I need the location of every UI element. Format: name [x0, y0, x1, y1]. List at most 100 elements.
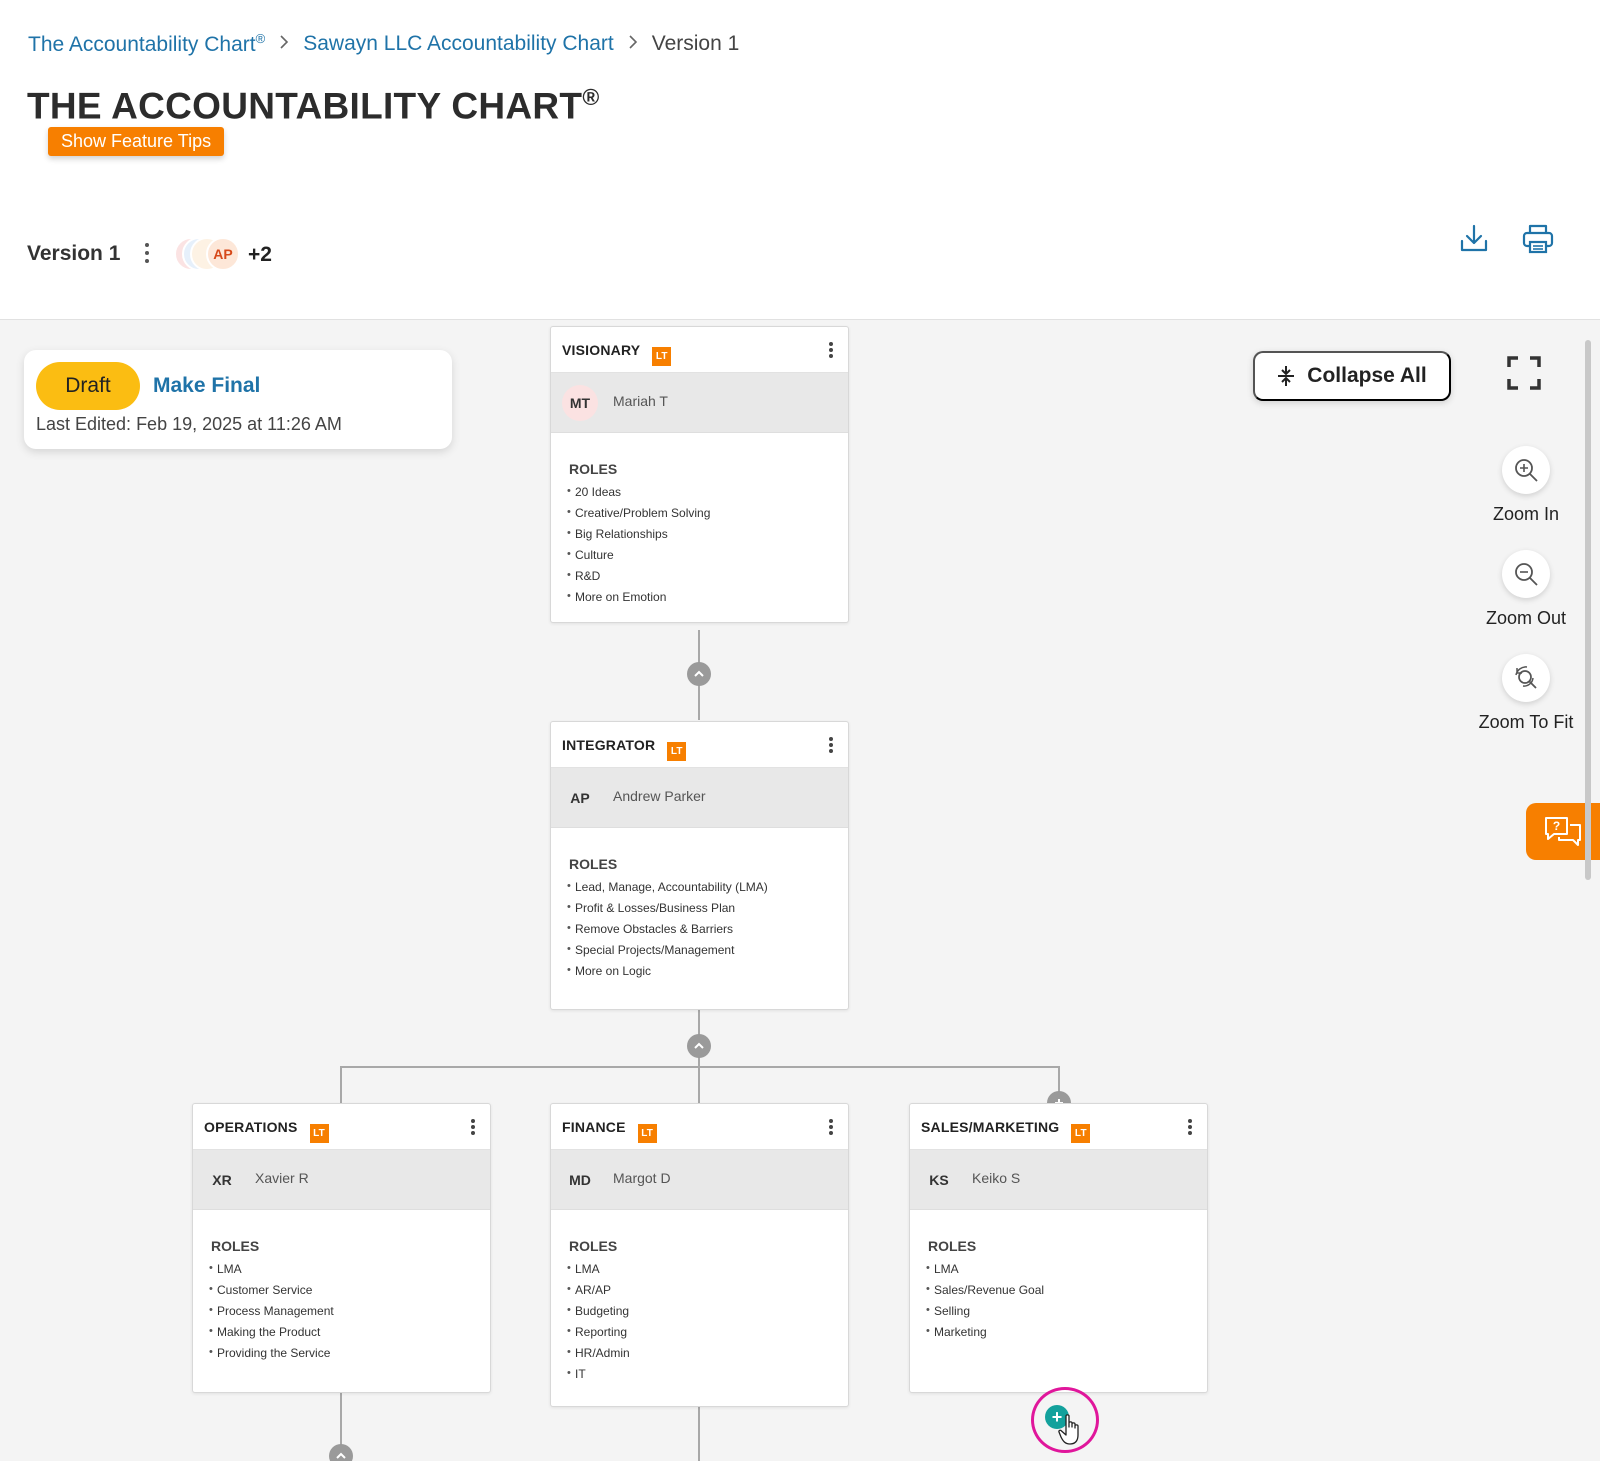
- seat-menu-icon[interactable]: [828, 735, 834, 755]
- seat-card-sales-marketing[interactable]: SALES/MARKETING LT KS Keiko S ROLES LMA S…: [909, 1103, 1208, 1393]
- seat-header: OPERATIONS LT: [193, 1104, 490, 1150]
- breadcrumb-root-link[interactable]: The Accountability Chart®: [28, 31, 265, 57]
- seat-card-finance[interactable]: FINANCE LT MD Margot D ROLES LMA AR/AP Bu…: [550, 1103, 849, 1407]
- last-edited-text: Last Edited: Feb 19, 2025 at 11:26 AM: [36, 414, 342, 434]
- role-item: Customer Service: [209, 1283, 490, 1304]
- role-item: Special Projects/Management: [567, 943, 848, 964]
- avatar: AP: [206, 237, 240, 271]
- person-name: Margot D: [613, 1170, 671, 1186]
- draft-status-badge: Draft: [36, 362, 140, 410]
- collapse-toggle-icon[interactable]: [329, 1444, 353, 1461]
- more-collaborators-count[interactable]: +2: [248, 243, 272, 267]
- seat-header: INTEGRATOR LT: [551, 722, 848, 768]
- breadcrumb-chart-link[interactable]: Sawayn LLC Accountability Chart: [303, 32, 614, 56]
- page-header: The Accountability Chart® Sawayn LLC Acc…: [0, 0, 1600, 320]
- seat-title: VISIONARY LT: [562, 342, 672, 366]
- avatar: XR: [212, 1172, 232, 1188]
- seat-person[interactable]: KS Keiko S: [910, 1150, 1207, 1210]
- seat-card-operations[interactable]: OPERATIONS LT XR Xavier R ROLES LMA Custo…: [192, 1103, 491, 1393]
- avatar: MD: [569, 1172, 591, 1188]
- avatar: AP: [570, 790, 590, 806]
- seat-menu-icon[interactable]: [828, 340, 834, 360]
- collapse-toggle-icon[interactable]: [687, 662, 711, 686]
- roles-list: LMA Customer Service Process Management …: [209, 1262, 490, 1367]
- seat-header: SALES/MARKETING LT: [910, 1104, 1207, 1150]
- leadership-team-badge: LT: [652, 347, 672, 366]
- zoom-out-control[interactable]: Zoom Out: [1470, 550, 1582, 629]
- seat-menu-icon[interactable]: [470, 1117, 476, 1137]
- show-feature-tips-button[interactable]: Show Feature Tips: [48, 127, 225, 156]
- role-item: Profit & Losses/Business Plan: [567, 901, 848, 922]
- role-item: LMA: [209, 1262, 490, 1283]
- download-icon[interactable]: [1457, 222, 1491, 256]
- zoom-in-control[interactable]: Zoom In: [1470, 446, 1582, 525]
- leadership-team-badge: LT: [309, 1124, 329, 1143]
- role-item: Lead, Manage, Accountability (LMA): [567, 880, 848, 901]
- zoom-in-button[interactable]: [1502, 446, 1550, 494]
- seat-card-visionary[interactable]: VISIONARY LT MT Mariah T ROLES 20 Ideas C…: [550, 326, 849, 623]
- collapse-icon: [1278, 366, 1295, 386]
- roles-list: Lead, Manage, Accountability (LMA) Profi…: [567, 880, 848, 985]
- seat-person[interactable]: MT Mariah T: [551, 373, 848, 433]
- breadcrumb-root-text: The Accountability Chart: [28, 33, 256, 56]
- make-final-link[interactable]: Make Final: [153, 374, 260, 398]
- hand-pointer-icon: [1058, 1414, 1079, 1445]
- chart-canvas[interactable]: Draft Make Final Last Edited: Feb 19, 20…: [0, 320, 1600, 1461]
- person-name: Keiko S: [972, 1170, 1021, 1186]
- page-title-text: THE ACCOUNTABILITY CHART: [27, 85, 583, 127]
- seat-menu-icon[interactable]: [828, 1117, 834, 1137]
- role-item: Marketing: [926, 1325, 1207, 1346]
- version-menu-icon[interactable]: [142, 241, 152, 265]
- avatar: MT: [562, 385, 598, 421]
- roles-section: ROLES Lead, Manage, Accountability (LMA)…: [551, 828, 848, 985]
- person-name: Andrew Parker: [613, 788, 706, 804]
- seat-title-text: INTEGRATOR: [562, 737, 656, 753]
- fullscreen-icon[interactable]: [1506, 355, 1542, 391]
- zoom-to-fit-icon: [1515, 666, 1537, 689]
- seat-title-text: VISIONARY: [562, 342, 641, 358]
- registered-mark: ®: [255, 31, 266, 46]
- zoom-out-icon: [1515, 563, 1538, 586]
- collaborator-avatars[interactable]: I AP: [174, 237, 244, 273]
- version-status-card: Draft Make Final Last Edited: Feb 19, 20…: [24, 350, 452, 449]
- zoom-in-icon: [1515, 459, 1538, 482]
- seat-header: VISIONARY LT: [551, 327, 848, 373]
- chat-help-icon: ?: [1545, 816, 1581, 846]
- role-item: Sales/Revenue Goal: [926, 1283, 1207, 1304]
- zoom-to-fit-label: Zoom To Fit: [1478, 712, 1574, 732]
- chevron-right-icon: [628, 34, 638, 55]
- leadership-team-badge: LT: [1071, 1124, 1091, 1143]
- seat-card-integrator[interactable]: INTEGRATOR LT AP Andrew Parker ROLES Lead…: [550, 721, 849, 1010]
- leadership-team-badge: LT: [637, 1124, 657, 1143]
- roles-label: ROLES: [928, 1238, 977, 1254]
- breadcrumb: The Accountability Chart® Sawayn LLC Acc…: [28, 31, 739, 57]
- connector-line: [340, 1066, 1060, 1068]
- role-item: Remove Obstacles & Barriers: [567, 922, 848, 943]
- seat-menu-icon[interactable]: [1187, 1117, 1193, 1137]
- role-item: AR/AP: [567, 1283, 848, 1304]
- seat-title: INTEGRATOR LT: [562, 737, 687, 761]
- version-label: Version 1: [27, 242, 121, 265]
- collapse-all-button[interactable]: Collapse All: [1253, 351, 1451, 401]
- roles-list: 20 Ideas Creative/Problem Solving Big Re…: [567, 485, 848, 611]
- role-item: More on Logic: [567, 964, 848, 985]
- seat-person[interactable]: XR Xavier R: [193, 1150, 490, 1210]
- role-item: Making the Product: [209, 1325, 490, 1346]
- print-icon[interactable]: [1521, 222, 1555, 256]
- avatar: KS: [929, 1172, 949, 1188]
- zoom-to-fit-control[interactable]: Zoom To Fit: [1470, 654, 1582, 733]
- seat-header: FINANCE LT: [551, 1104, 848, 1150]
- role-item: Reporting: [567, 1325, 848, 1346]
- seat-person[interactable]: AP Andrew Parker: [551, 768, 848, 828]
- roles-label: ROLES: [569, 856, 618, 872]
- zoom-out-label: Zoom Out: [1485, 608, 1567, 628]
- role-item: More on Emotion: [567, 590, 848, 611]
- collapse-toggle-icon[interactable]: [687, 1034, 711, 1058]
- vertical-scrollbar[interactable]: [1585, 340, 1591, 880]
- seat-person[interactable]: MD Margot D: [551, 1150, 848, 1210]
- seat-title-text: SALES/MARKETING: [921, 1119, 1060, 1135]
- connector-line: [698, 1398, 700, 1461]
- zoom-to-fit-button[interactable]: [1502, 654, 1550, 702]
- breadcrumb-current: Version 1: [651, 32, 740, 55]
- zoom-out-button[interactable]: [1502, 550, 1550, 598]
